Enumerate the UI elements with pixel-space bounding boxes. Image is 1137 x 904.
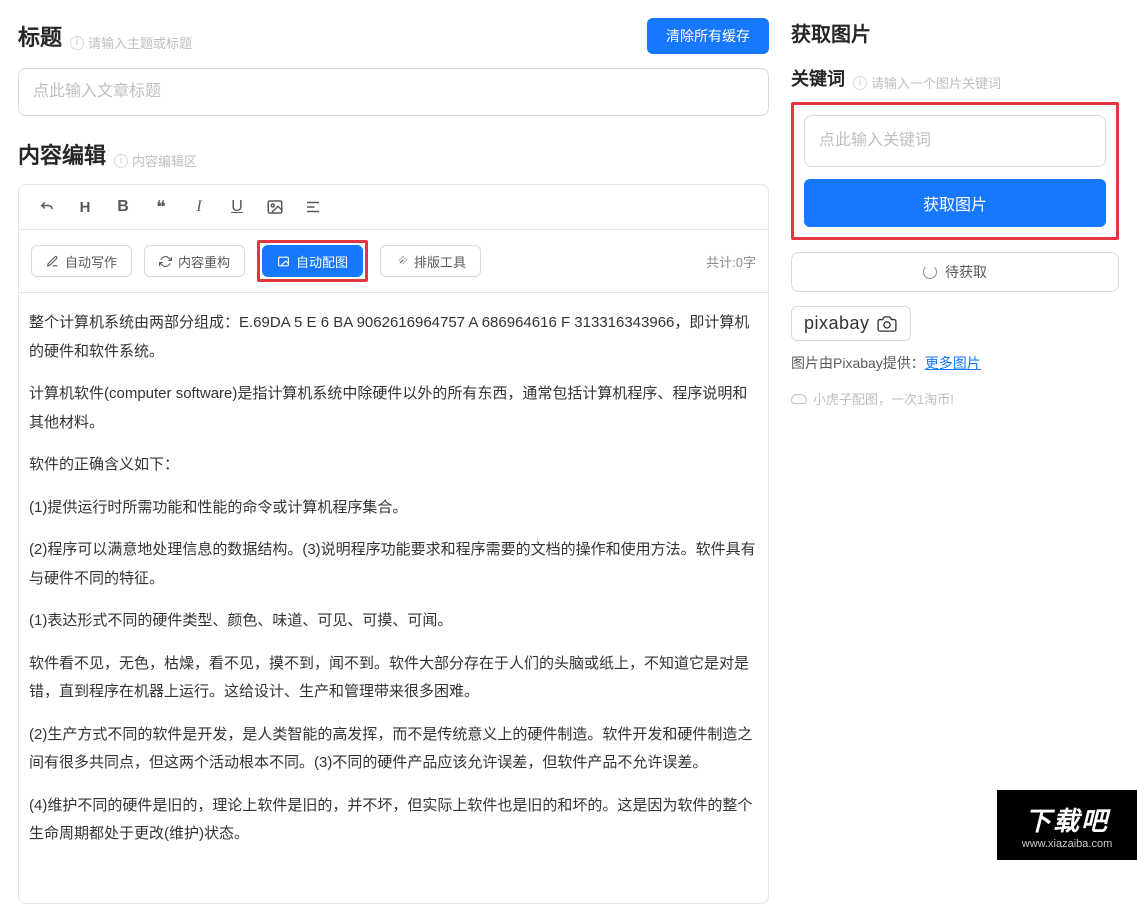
fetch-image-title: 获取图片 (791, 18, 871, 47)
content-header: 内容编辑 i 内容编辑区 (18, 138, 769, 170)
image-button[interactable] (257, 191, 293, 223)
title-section-label: 标题 (18, 20, 62, 52)
restructure-button[interactable]: 内容重构 (144, 245, 245, 277)
word-count: 共计:0字 (706, 252, 756, 271)
info-icon: i (853, 76, 867, 90)
undo-icon[interactable] (29, 191, 65, 223)
magic-icon (395, 255, 408, 268)
title-header: 标题 i 请输入主题或标题 清除所有缓存 (18, 18, 769, 54)
title-hint: i 请输入主题或标题 (70, 33, 192, 52)
content-paragraph: 软件看不见，无色，枯燥，看不见，摸不到，闻不到。软件大部分存在于人们的头脑或纸上… (29, 650, 758, 707)
content-paragraph: (4)维护不同的硬件是旧的，理论上软件是旧的，并不坏，但实际上软件也是旧的和坏的… (29, 792, 758, 849)
content-paragraph: (1)表达形式不同的硬件类型、颜色、味道、可见、可摸、可闻。 (29, 607, 758, 636)
article-title-input[interactable] (18, 68, 769, 116)
content-paragraph: (2)程序可以满意地处理信息的数据结构。(3)说明程序功能要求和程序需要的文档的… (29, 536, 758, 593)
content-paragraph: 整个计算机系统由两部分组成：E.69DA 5 E 6 BA 9062616964… (29, 309, 758, 366)
content-paragraph: (1)提供运行时所需功能和性能的命令或计算机程序集合。 (29, 494, 758, 523)
cloud-icon (791, 394, 807, 404)
heading-button[interactable]: H (67, 191, 103, 223)
info-icon: i (70, 36, 84, 50)
content-paragraph: (2)生产方式不同的软件是开发，是人类智能的高发挥，而不是传统意义上的硬件制造。… (29, 721, 758, 778)
picture-icon (277, 255, 290, 268)
fetch-image-button[interactable]: 获取图片 (804, 179, 1106, 227)
info-icon: i (114, 154, 128, 168)
bold-button[interactable]: B (105, 191, 141, 223)
side-footer-hint: 小虎子配图，一次1淘币! (791, 389, 1119, 408)
clear-cache-button[interactable]: 清除所有缓存 (647, 18, 769, 54)
align-left-button[interactable] (295, 191, 331, 223)
italic-button[interactable]: I (181, 191, 217, 223)
side-column: 获取图片 关键词 i 请输入一个图片关键词 获取图片 待获取 pixabay 图… (791, 18, 1119, 904)
layout-tool-button[interactable]: 排版工具 (380, 245, 481, 277)
keyword-highlight-box: 获取图片 (791, 102, 1119, 240)
editor-toolbar: H B ❝ I U (19, 185, 768, 230)
underline-button[interactable]: U (219, 191, 255, 223)
quote-button[interactable]: ❝ (143, 191, 179, 223)
content-section-label: 内容编辑 (18, 138, 106, 170)
more-images-link[interactable]: 更多图片 (925, 355, 981, 371)
credit-line: 图片由Pixabay提供：更多图片 (791, 353, 1119, 373)
keyword-hint: i 请输入一个图片关键词 (853, 73, 1001, 92)
auto-write-button[interactable]: 自动写作 (31, 245, 132, 277)
content-hint: i 内容编辑区 (114, 151, 197, 170)
content-paragraph: 软件的正确含义如下： (29, 451, 758, 480)
pending-button[interactable]: 待获取 (791, 252, 1119, 292)
keyword-label: 关键词 (791, 65, 845, 91)
pen-icon (46, 255, 59, 268)
content-paragraph: 计算机软件(computer software)是指计算机系统中除硬件以外的所有… (29, 380, 758, 437)
camera-icon (876, 316, 898, 332)
auto-image-highlight: 自动配图 (257, 240, 368, 282)
editor-content[interactable]: 整个计算机系统由两部分组成：E.69DA 5 E 6 BA 9062616964… (19, 293, 768, 903)
editor-frame: H B ❝ I U 自动写作 内容重构 (18, 184, 769, 904)
main-column: 标题 i 请输入主题或标题 清除所有缓存 内容编辑 i 内容编辑区 (18, 18, 769, 904)
keyword-input[interactable] (804, 115, 1106, 167)
pixabay-badge: pixabay (791, 306, 911, 341)
spinner-icon (923, 265, 937, 279)
editor-action-row: 自动写作 内容重构 自动配图 排版工具 共计:0字 (19, 230, 768, 293)
watermark: 下载吧 www.xiazaiba.com (997, 790, 1137, 860)
refresh-icon (159, 255, 172, 268)
auto-image-button[interactable]: 自动配图 (262, 245, 363, 277)
